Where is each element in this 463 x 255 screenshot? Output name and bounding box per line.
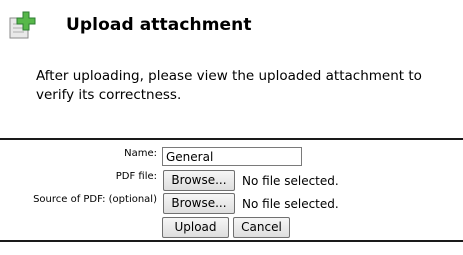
name-input[interactable]: [162, 147, 302, 166]
page-title: Upload attachment: [66, 15, 252, 35]
pdf-browse-button[interactable]: Browse...: [163, 170, 235, 191]
pdf-file-label: PDF file:: [115, 171, 157, 182]
pdf-file-status: No file selected.: [242, 174, 339, 188]
name-label: Name:: [124, 148, 157, 159]
bottom-divider: [0, 240, 463, 242]
add-attachment-icon: [8, 10, 38, 40]
upload-button[interactable]: Upload: [162, 217, 229, 238]
cancel-button[interactable]: Cancel: [233, 217, 290, 238]
top-divider: [0, 138, 463, 140]
source-pdf-label: Source of PDF: (optional): [33, 194, 157, 205]
instructions-text: After uploading, please view the uploade…: [36, 68, 422, 103]
source-browse-button[interactable]: Browse...: [163, 193, 235, 214]
source-file-status: No file selected.: [242, 197, 339, 211]
